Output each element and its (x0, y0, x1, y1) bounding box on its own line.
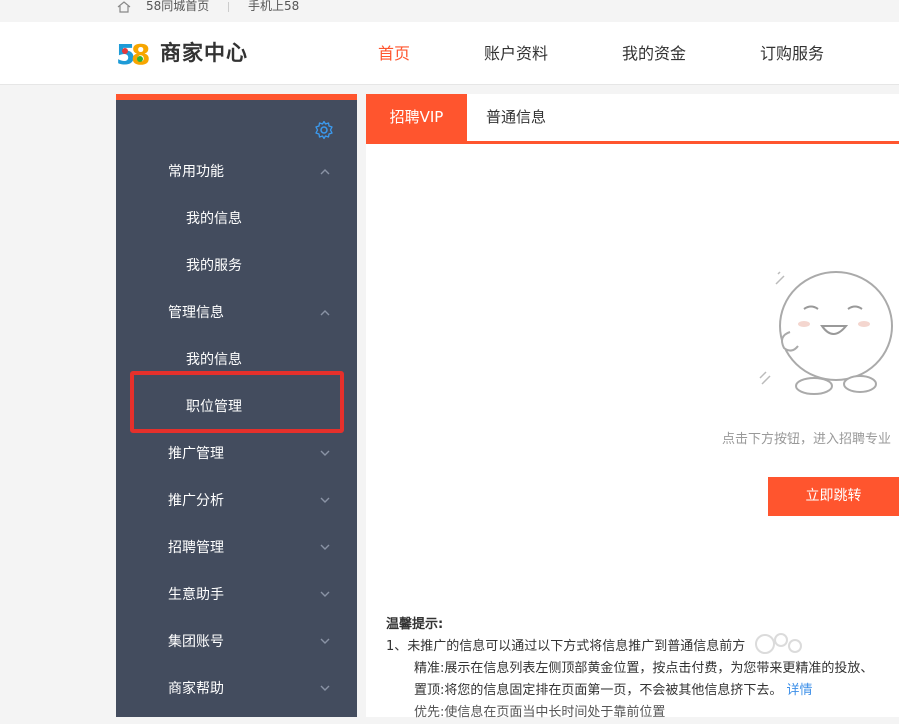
gear-icon[interactable] (314, 120, 334, 140)
sidebar-item-label: 我的信息 (186, 352, 242, 368)
main-content: 招聘VIP 普通信息 点击下方按钮，进入招聘专业 立即跳转 温馨提示: 1、未推… (366, 94, 899, 720)
chevron-up-icon (320, 169, 330, 175)
sidebar-item-label: 常用功能 (168, 164, 224, 180)
chevron-up-icon (320, 310, 330, 316)
sidebar-item-label: 管理信息 (168, 305, 224, 321)
sidebar-item-label: 推广分析 (168, 493, 224, 509)
svg-text:8: 8 (131, 38, 150, 69)
sidebar-group-common[interactable]: 常用功能 (116, 152, 357, 192)
sidebar-item-label: 我的服务 (186, 258, 242, 274)
divider (228, 2, 229, 12)
chevron-down-icon (320, 544, 330, 550)
watermark-logo (755, 633, 802, 654)
nav-services[interactable]: 订购服务 (760, 44, 824, 64)
empty-state-text: 点击下方按钮，进入招聘专业 (722, 432, 892, 447)
tab-normal-info[interactable]: 普通信息 (486, 94, 546, 141)
sidebar-item-my-info[interactable]: 我的信息 (116, 199, 357, 239)
sidebar-group-promotion[interactable]: 推广管理 (116, 434, 357, 474)
sidebar-group-analytics[interactable]: 推广分析 (116, 481, 357, 521)
mobile-link[interactable]: 手机上58 (248, 0, 299, 14)
chevron-down-icon (320, 638, 330, 644)
content-tabs: 招聘VIP 普通信息 (366, 94, 899, 144)
sidebar-group-help[interactable]: 商家帮助 (116, 669, 357, 709)
chevron-down-icon (320, 685, 330, 691)
sidebar-item-label: 商家帮助 (168, 681, 224, 697)
header: 5 8 商家中心 首页 账户资料 我的资金 订购服务 (0, 22, 899, 85)
nav-funds[interactable]: 我的资金 (622, 44, 686, 64)
tips-line: 优先:使信息在页面当中长时间处于靠前位置 (414, 705, 666, 720)
jump-button[interactable]: 立即跳转 (768, 477, 899, 516)
nav-account[interactable]: 账户资料 (484, 44, 548, 64)
chevron-down-icon (320, 450, 330, 456)
sidebar-item-label: 招聘管理 (168, 540, 224, 556)
sidebar-group-group-account[interactable]: 集团账号 (116, 622, 357, 662)
sidebar-item-label: 生意助手 (168, 587, 224, 603)
tab-recruit-vip[interactable]: 招聘VIP (366, 94, 467, 141)
annotation-highlight-box (130, 371, 344, 433)
58-logo[interactable]: 5 8 (116, 37, 150, 69)
mascot-illustration (759, 271, 893, 395)
sidebar-item-label: 集团账号 (168, 634, 224, 650)
home-link[interactable]: 58同城首页 (146, 0, 209, 14)
sidebar-item-label: 我的信息 (186, 211, 242, 227)
sidebar-group-recruit[interactable]: 招聘管理 (116, 528, 357, 568)
sidebar-group-manage[interactable]: 管理信息 (116, 293, 357, 333)
sidebar-item-my-services[interactable]: 我的服务 (116, 246, 357, 286)
sidebar-item-label: 推广管理 (168, 446, 224, 462)
home-icon (117, 1, 131, 13)
chevron-down-icon (320, 497, 330, 503)
chevron-down-icon (320, 591, 330, 597)
sidebar-group-assistant[interactable]: 生意助手 (116, 575, 357, 615)
brand-title: 商家中心 (160, 41, 248, 65)
top-utility-bar: 58同城首页 手机上58 (0, 0, 899, 22)
nav-home[interactable]: 首页 (378, 44, 410, 64)
